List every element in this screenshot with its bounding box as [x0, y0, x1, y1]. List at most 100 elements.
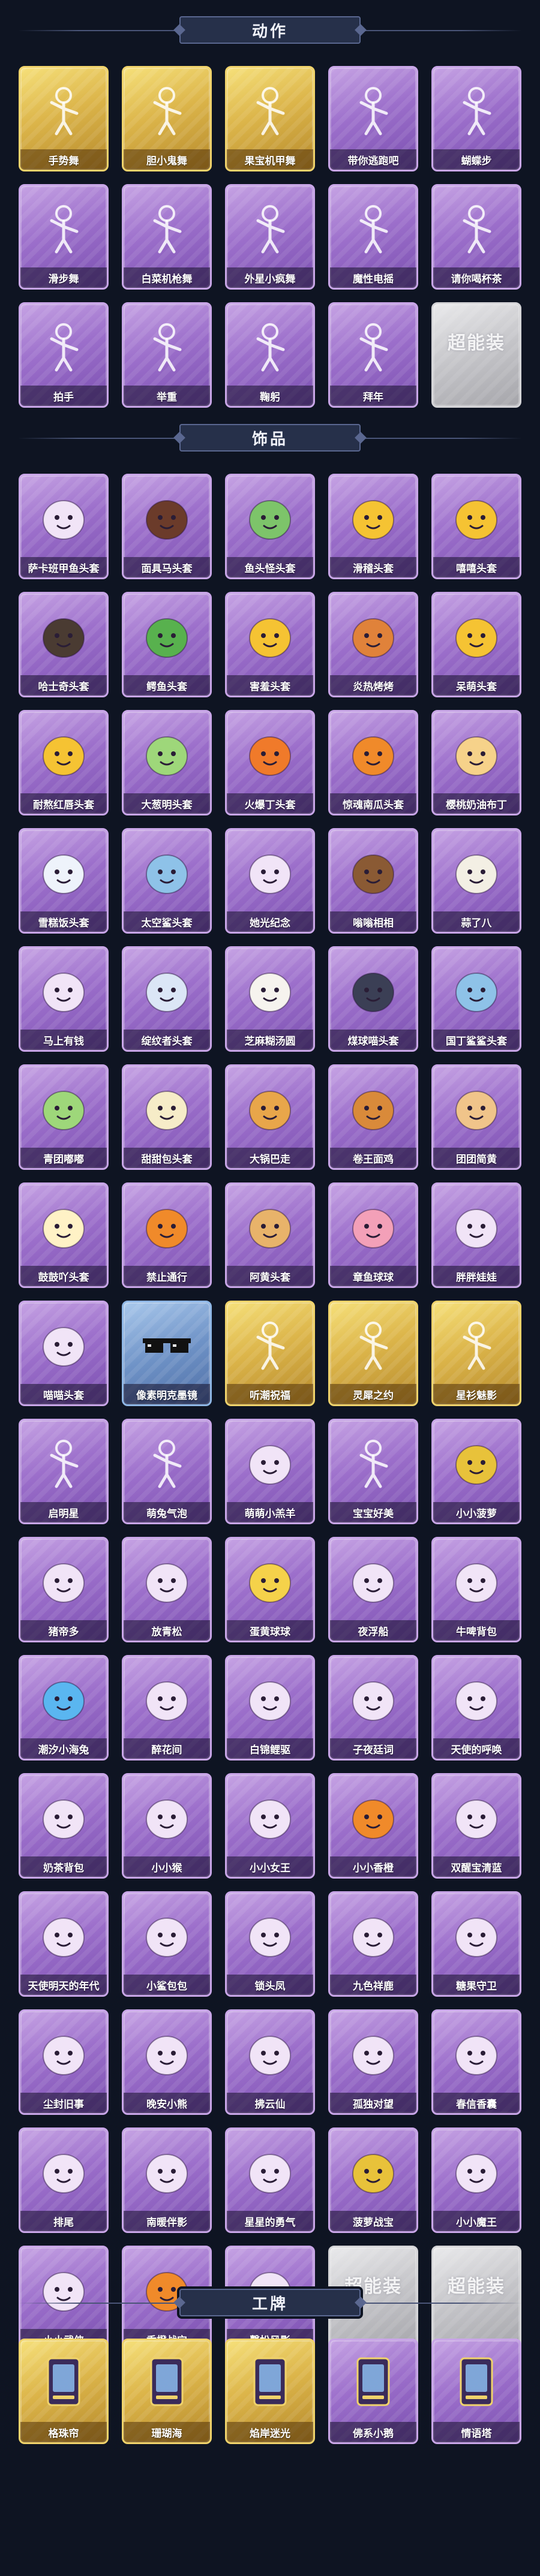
item-card[interactable]: 萌萌小羔羊	[225, 1419, 315, 1524]
item-card[interactable]: 她光纪念	[225, 828, 315, 934]
item-card[interactable]: 马上有钱	[19, 946, 109, 1052]
item-card[interactable]: 魔性电摇	[328, 184, 418, 290]
item-card[interactable]: 九色祥鹿	[328, 1891, 418, 1997]
item-card[interactable]: 子夜廷词	[328, 1655, 418, 1761]
item-card[interactable]: 天使的呼唤	[431, 1655, 521, 1761]
item-card[interactable]: 火爆丁头套	[225, 710, 315, 815]
item-card[interactable]: 害羞头套	[225, 592, 315, 697]
item-card[interactable]: 潮汐小海兔	[19, 1655, 109, 1761]
item-card[interactable]: 星星的勇气	[225, 2127, 315, 2233]
item-card[interactable]: 双醒宝清蓝	[431, 1773, 521, 1879]
item-card[interactable]: 鼓鼓吖头套	[19, 1182, 109, 1288]
item-card[interactable]: 小小魔王	[431, 2127, 521, 2233]
item-card[interactable]: 樱桃奶油布丁	[431, 710, 521, 815]
item-card[interactable]: 小小女王	[225, 1773, 315, 1879]
item-card[interactable]: 面具马头套	[122, 474, 212, 579]
shark-head-icon	[433, 954, 520, 1026]
item-card[interactable]: 团团简黄	[431, 1064, 521, 1170]
item-card[interactable]: 锁头凤	[225, 1891, 315, 1997]
item-card[interactable]: 举重	[122, 302, 212, 408]
item-card[interactable]: 太空鲨头套	[122, 828, 212, 934]
item-card[interactable]: 炎热烤烤	[328, 592, 418, 697]
item-card[interactable]: 小小香橙	[328, 1773, 418, 1879]
item-card[interactable]: 白菜机枪舞	[122, 184, 212, 290]
item-card[interactable]: 晚安小熊	[122, 2009, 212, 2115]
item-card[interactable]: 国丁鲨鲨头套	[431, 946, 521, 1052]
item-card[interactable]: 夜浮船	[328, 1537, 418, 1642]
item-card[interactable]: 星衫魅影	[431, 1301, 521, 1406]
item-card[interactable]: 胆小鬼舞	[122, 66, 212, 171]
item-card[interactable]: 尘封旧事	[19, 2009, 109, 2115]
item-card[interactable]: 外星小疯舞	[225, 184, 315, 290]
item-card[interactable]: 像素明克墨镜	[122, 1301, 212, 1406]
item-label: 她光纪念	[227, 911, 313, 932]
item-card[interactable]: 果宝机甲舞	[225, 66, 315, 171]
item-card[interactable]: 甜甜包头套	[122, 1064, 212, 1170]
item-card[interactable]: 蛋黄球球	[225, 1537, 315, 1642]
item-card[interactable]: 滑步舞	[19, 184, 109, 290]
item-card[interactable]: 滑稽头套	[328, 474, 418, 579]
item-card[interactable]: 情语塔	[431, 2339, 521, 2444]
item-card[interactable]: 耐熬红唇头套	[19, 710, 109, 815]
item-card[interactable]: 奶茶背包	[19, 1773, 109, 1879]
item-card[interactable]: 焰岸迷光	[225, 2339, 315, 2444]
item-card[interactable]: 听潮祝福	[225, 1301, 315, 1406]
item-label: 珊瑚海	[124, 2422, 210, 2442]
item-card[interactable]: 佛系小鹅	[328, 2339, 418, 2444]
item-card[interactable]: 芝麻糊汤圆	[225, 946, 315, 1052]
item-card[interactable]: 菠萝战宝	[328, 2127, 418, 2233]
item-card[interactable]: 大葱明头套	[122, 710, 212, 815]
item-card[interactable]: 排尾	[19, 2127, 109, 2233]
item-card[interactable]: 手势舞	[19, 66, 109, 171]
item-card[interactable]: 胖胖娃娃	[431, 1182, 521, 1288]
item-card[interactable]: 宝宝好美	[328, 1419, 418, 1524]
item-card[interactable]: 拂云仙	[225, 2009, 315, 2115]
item-card[interactable]: 春信香囊	[431, 2009, 521, 2115]
item-card[interactable]: 启明星	[19, 1419, 109, 1524]
item-card[interactable]: 大锅巴走	[225, 1064, 315, 1170]
item-card[interactable]: 萨卡班甲鱼头套	[19, 474, 109, 579]
item-card[interactable]: 鱼头怪头套	[225, 474, 315, 579]
item-card[interactable]: 格珠帘	[19, 2339, 109, 2444]
item-card[interactable]: 醉花间	[122, 1655, 212, 1761]
item-card[interactable]: 小鲨包包	[122, 1891, 212, 1997]
item-card[interactable]: 超能装	[431, 302, 521, 408]
item-card[interactable]: 白锦鲤驱	[225, 1655, 315, 1761]
item-card[interactable]: 鞠躬	[225, 302, 315, 408]
item-card[interactable]: 南暖伴影	[122, 2127, 212, 2233]
item-card[interactable]: 蒜了八	[431, 828, 521, 934]
item-card[interactable]: 雪糕饭头套	[19, 828, 109, 934]
item-label: 尘封旧事	[20, 2093, 107, 2113]
item-card[interactable]: 珊瑚海	[122, 2339, 212, 2444]
item-card[interactable]: 章鱼球球	[328, 1182, 418, 1288]
item-card[interactable]: 小小猴	[122, 1773, 212, 1879]
item-card[interactable]: 卷王面鸡	[328, 1064, 418, 1170]
item-label: 双醒宝清蓝	[433, 1856, 520, 1877]
item-card[interactable]: 嘻嘻头套	[431, 474, 521, 579]
item-card[interactable]: 惊魂南瓜头套	[328, 710, 418, 815]
item-card[interactable]: 小小菠萝	[431, 1419, 521, 1524]
item-card[interactable]: 灵犀之约	[328, 1301, 418, 1406]
item-card[interactable]: 呆萌头套	[431, 592, 521, 697]
item-card[interactable]: 糖果守卫	[431, 1891, 521, 1997]
item-card[interactable]: 孤独对望	[328, 2009, 418, 2115]
item-card[interactable]: 蝴蝶步	[431, 66, 521, 171]
item-card[interactable]: 天使明天的年代	[19, 1891, 109, 1997]
item-card[interactable]: 鳄鱼头套	[122, 592, 212, 697]
item-card[interactable]: 带你逃跑吧	[328, 66, 418, 171]
item-card[interactable]: 喵喵头套	[19, 1301, 109, 1406]
item-card[interactable]: 阿黄头套	[225, 1182, 315, 1288]
item-card[interactable]: 猪帝多	[19, 1537, 109, 1642]
item-card[interactable]: 煤球喵头套	[328, 946, 418, 1052]
item-card[interactable]: 拍手	[19, 302, 109, 408]
item-card[interactable]: 哈士奇头套	[19, 592, 109, 697]
item-card[interactable]: 请你喝杯茶	[431, 184, 521, 290]
item-card[interactable]: 萌兔气泡	[122, 1419, 212, 1524]
item-card[interactable]: 绽纹者头套	[122, 946, 212, 1052]
item-card[interactable]: 青团嘟嘟	[19, 1064, 109, 1170]
item-card[interactable]: 禁止通行	[122, 1182, 212, 1288]
item-card[interactable]: 放青松	[122, 1537, 212, 1642]
item-card[interactable]: 拜年	[328, 302, 418, 408]
item-card[interactable]: 牛啤背包	[431, 1537, 521, 1642]
item-card[interactable]: 嗡嗡相相	[328, 828, 418, 934]
